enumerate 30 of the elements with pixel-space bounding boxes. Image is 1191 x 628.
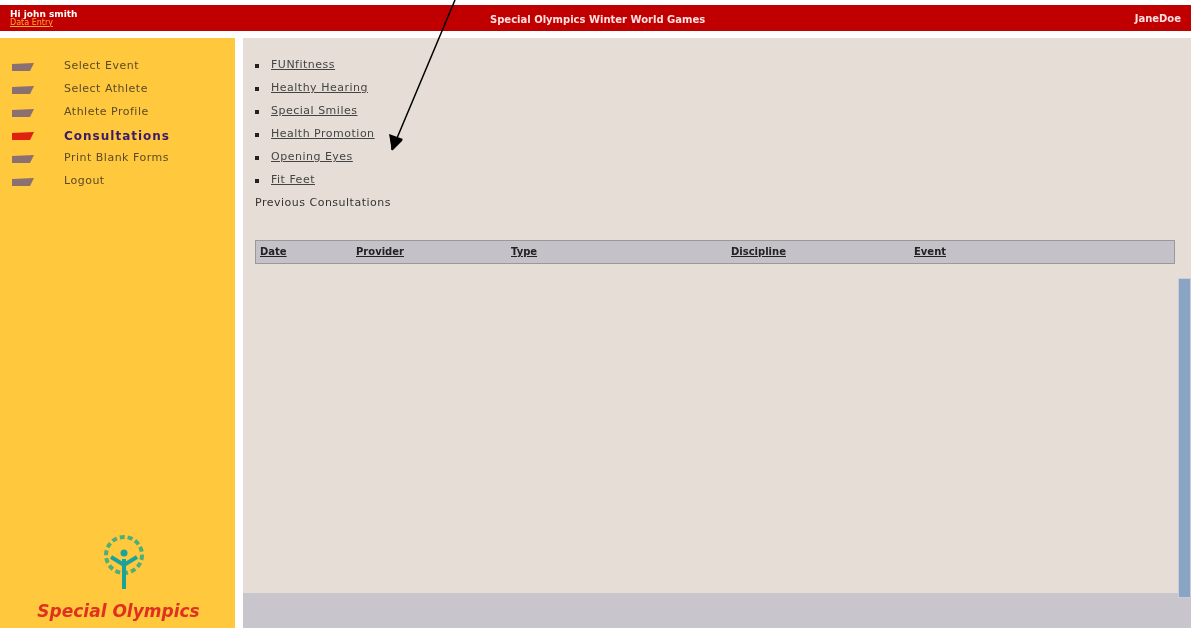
bullet-icon: [255, 63, 259, 68]
user-name: JaneDoe: [1134, 11, 1181, 26]
consultation-link[interactable]: Health Promotion: [271, 126, 375, 143]
sidebar-item[interactable]: Logout: [64, 173, 105, 190]
sidebar-item[interactable]: Select Event: [64, 58, 139, 75]
bullet-icon: [255, 109, 259, 114]
consultation-link[interactable]: Healthy Hearing: [271, 80, 368, 97]
column-header[interactable]: Type: [511, 244, 731, 259]
greeting-text: Hi john smith: [10, 9, 79, 19]
consultation-link[interactable]: FUNfitness: [271, 57, 336, 74]
sidebar-item[interactable]: Select Athlete: [64, 81, 148, 98]
column-header[interactable]: Discipline: [731, 244, 914, 259]
column-header[interactable]: Event: [914, 244, 1034, 259]
sidebar-item[interactable]: Print Blank Forms: [64, 150, 169, 167]
consultation-link[interactable]: Fit Feet: [271, 172, 315, 189]
consultation-link[interactable]: Opening Eyes: [271, 149, 353, 166]
section-title: Previous Consultations: [255, 195, 392, 211]
consultation-link[interactable]: Special Smiles: [271, 103, 358, 120]
bullet-icon: [255, 132, 259, 137]
role-link[interactable]: Data Entry: [10, 18, 210, 27]
logo-text: Special Olympics: [37, 599, 200, 623]
sidebar-item[interactable]: Consultations: [64, 126, 170, 145]
bullet-icon: [255, 178, 259, 183]
column-header[interactable]: Date: [260, 244, 356, 259]
sidebar-item[interactable]: Athlete Profile: [64, 104, 149, 121]
app-title: Special Olympics Winter World Games: [490, 13, 706, 27]
bullet-icon: [255, 155, 259, 160]
bullet-icon: [255, 86, 259, 91]
column-header[interactable]: Provider: [356, 244, 511, 259]
scrollbar[interactable]: [1178, 278, 1191, 598]
